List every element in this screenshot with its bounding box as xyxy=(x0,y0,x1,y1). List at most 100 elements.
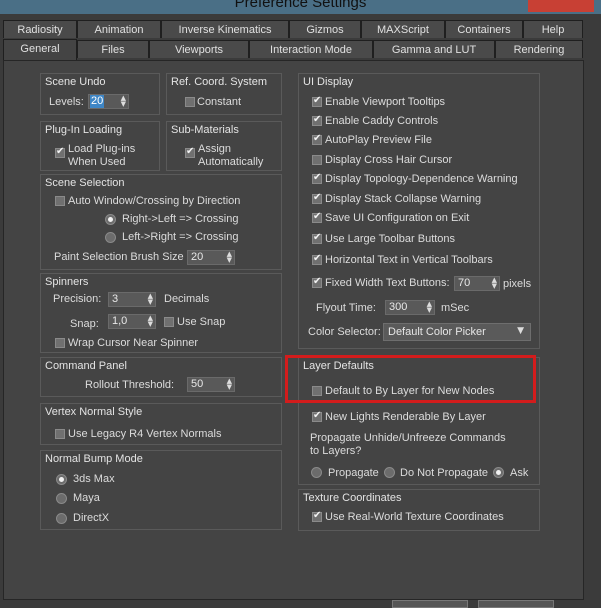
spinner-arrows-icon[interactable]: ▲ ▼ xyxy=(148,315,153,328)
large-toolbar-buttons-label: Use Large Toolbar Buttons xyxy=(325,233,456,245)
tab-viewports[interactable]: Viewports xyxy=(149,40,249,58)
horizontal-text-checkbox[interactable] xyxy=(312,253,322,265)
tab-animation[interactable]: Animation xyxy=(77,20,161,38)
undo-levels-spinner[interactable]: 20 ▲ ▼ xyxy=(88,94,129,109)
legacy-normals-checkbox[interactable] xyxy=(55,429,65,439)
msec-label: mSec xyxy=(441,302,470,314)
close-button[interactable] xyxy=(528,0,594,12)
use-snap-label: Use Snap xyxy=(177,316,226,328)
load-plugins-label-2: When Used xyxy=(68,156,126,168)
bump-directx-label: DirectX xyxy=(73,512,110,524)
tab-gizmos[interactable]: Gizmos xyxy=(289,20,361,38)
brush-size-label: Paint Selection Brush Size xyxy=(54,251,184,263)
color-selector-value: Default Color Picker xyxy=(388,326,486,338)
spinner-arrows-icon[interactable]: ▲ ▼ xyxy=(227,378,232,391)
do-not-propagate-label: Do Not Propagate xyxy=(400,467,489,479)
bump-maya-label: Maya xyxy=(73,492,100,504)
tab-inverse-kinematics[interactable]: Inverse Kinematics xyxy=(161,20,289,38)
bump-3dsmax-label: 3ds Max xyxy=(73,473,115,485)
caddy-controls-checkbox[interactable] xyxy=(312,114,322,126)
title-bar: Preference Settings xyxy=(0,0,601,14)
tab-general[interactable]: General xyxy=(3,39,77,60)
spinner-arrows-icon[interactable]: ▲ ▼ xyxy=(427,301,432,314)
bump-directx-radio[interactable] xyxy=(56,513,67,524)
fixed-width-text-label: Fixed Width Text Buttons: xyxy=(325,277,450,289)
spinner-arrows-icon[interactable]: ▲ ▼ xyxy=(148,293,153,306)
constant-checkbox[interactable] xyxy=(185,97,195,107)
wrap-cursor-checkbox[interactable] xyxy=(55,338,65,348)
assign-automatically-checkbox[interactable] xyxy=(185,146,195,158)
tab-rendering[interactable]: Rendering xyxy=(495,40,583,58)
constant-label: Constant xyxy=(197,96,242,108)
right-left-crossing-label: Right->Left => Crossing xyxy=(122,213,239,225)
highlight-box xyxy=(285,355,536,403)
scene-undo-title: Scene Undo xyxy=(45,76,106,88)
flyout-time-spinner[interactable]: 300 ▲ ▼ xyxy=(385,300,435,315)
color-selector-dropdown[interactable]: Default Color Picker ▼ xyxy=(383,323,531,341)
assign-label-2: Automatically xyxy=(198,156,264,168)
autoplay-preview-checkbox[interactable] xyxy=(312,133,322,145)
real-world-texture-checkbox[interactable] xyxy=(312,510,322,522)
bump-3dsmax-radio[interactable] xyxy=(56,474,67,485)
fixed-width-text-checkbox[interactable] xyxy=(312,276,322,288)
use-snap-checkbox[interactable] xyxy=(164,317,174,327)
do-not-propagate-radio[interactable] xyxy=(384,467,395,478)
normal-bump-mode-title: Normal Bump Mode xyxy=(45,453,143,465)
new-lights-renderable-checkbox[interactable] xyxy=(312,410,322,422)
autoplay-preview-label: AutoPlay Preview File xyxy=(325,134,432,146)
spinner-arrows-icon[interactable]: ▲ ▼ xyxy=(492,277,497,290)
window-title: Preference Settings xyxy=(234,0,367,11)
viewport-tooltips-checkbox[interactable] xyxy=(312,95,322,107)
tab-help[interactable]: Help xyxy=(523,20,583,38)
undo-levels-value: 20 xyxy=(90,95,105,108)
tab-radiosity[interactable]: Radiosity xyxy=(3,20,77,38)
large-toolbar-buttons-checkbox[interactable] xyxy=(312,232,322,244)
levels-label: Levels: xyxy=(49,96,84,108)
tab-interaction-mode[interactable]: Interaction Mode xyxy=(249,40,373,58)
sub-materials-title: Sub-Materials xyxy=(171,124,239,136)
command-panel-title: Command Panel xyxy=(45,360,127,372)
ask-label: Ask xyxy=(510,467,529,479)
cross-hair-cursor-label: Display Cross Hair Cursor xyxy=(325,154,453,166)
spinner-arrows-icon[interactable]: ▲ ▼ xyxy=(227,251,232,264)
cross-hair-cursor-checkbox[interactable] xyxy=(312,155,322,165)
vertex-normal-style-title: Vertex Normal Style xyxy=(45,406,143,418)
tab-strip: Radiosity Animation Inverse Kinematics G… xyxy=(3,20,583,60)
auto-window-checkbox[interactable] xyxy=(55,196,65,206)
precision-label: Precision: xyxy=(53,293,102,305)
command-panel-group: Command Panel xyxy=(40,357,282,397)
left-right-crossing-radio[interactable] xyxy=(105,232,116,243)
cancel-button[interactable] xyxy=(478,600,554,608)
ok-button[interactable] xyxy=(392,600,468,608)
snap-spinner[interactable]: 1,0 ▲ ▼ xyxy=(108,314,156,329)
fixed-width-spinner[interactable]: 70 ▲ ▼ xyxy=(454,276,500,291)
tab-maxscript[interactable]: MAXScript xyxy=(361,20,445,38)
spinner-arrows-icon[interactable]: ▲ ▼ xyxy=(121,95,126,108)
topology-warning-checkbox[interactable] xyxy=(312,172,322,184)
pixels-label: pixels xyxy=(503,278,532,290)
tab-gamma-and-lut[interactable]: Gamma and LUT xyxy=(373,40,495,58)
flyout-time-value: 300 xyxy=(389,301,408,313)
auto-window-label: Auto Window/Crossing by Direction xyxy=(68,195,241,207)
propagate-radio[interactable] xyxy=(311,467,322,478)
save-ui-config-checkbox[interactable] xyxy=(312,211,322,223)
load-plugins-checkbox[interactable] xyxy=(55,146,65,158)
texture-coordinates-title: Texture Coordinates xyxy=(303,492,402,504)
brush-size-value: 20 xyxy=(191,251,204,263)
ui-display-title: UI Display xyxy=(303,76,354,88)
tab-containers[interactable]: Containers xyxy=(445,20,523,38)
precision-spinner[interactable]: 3 ▲ ▼ xyxy=(108,292,156,307)
bump-maya-radio[interactable] xyxy=(56,493,67,504)
right-left-crossing-radio[interactable] xyxy=(105,214,116,225)
topology-warning-label: Display Topology-Dependence Warning xyxy=(325,173,518,185)
real-world-texture-label: Use Real-World Texture Coordinates xyxy=(325,511,504,523)
ask-radio[interactable] xyxy=(493,467,504,478)
stack-collapse-warning-checkbox[interactable] xyxy=(312,192,322,204)
plugin-loading-title: Plug-In Loading xyxy=(45,124,123,136)
brush-size-spinner[interactable]: 20 ▲ ▼ xyxy=(187,250,235,265)
viewport-tooltips-label: Enable Viewport Tooltips xyxy=(325,96,446,108)
snap-label: Snap: xyxy=(70,318,99,330)
flyout-time-label: Flyout Time: xyxy=(316,302,376,314)
tab-files[interactable]: Files xyxy=(77,40,149,58)
rollout-threshold-spinner[interactable]: 50 ▲ ▼ xyxy=(187,377,235,392)
